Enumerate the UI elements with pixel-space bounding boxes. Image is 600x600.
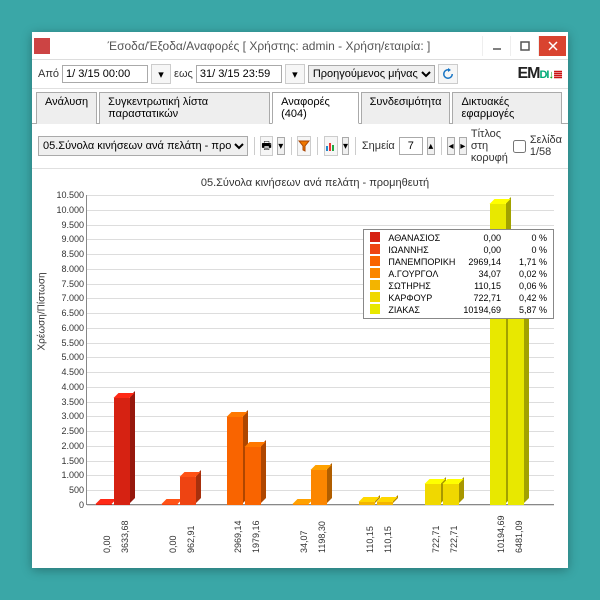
y-tick: 5.500 [61, 338, 87, 348]
app-icon [34, 38, 50, 54]
print-button[interactable]: 🖶 [260, 136, 272, 156]
report-toolbar: 05.Σύνολα κινήσεων ανά πελάτη - προ 🖶 ▾ … [32, 124, 568, 169]
titlebar: Έσοδα/Έξοδα/Αναφορές [ Χρήστης: admin - … [32, 32, 568, 60]
x-tick: 1198,30 [317, 521, 327, 553]
y-tick: 6.500 [61, 308, 87, 318]
y-tick: 8.500 [61, 249, 87, 259]
y-tick: 7.000 [61, 293, 87, 303]
bar [227, 417, 243, 505]
bar [114, 398, 130, 505]
report-select[interactable]: 05.Σύνολα κινήσεων ανά πελάτη - προ [38, 136, 248, 156]
x-tick: 0,00 [168, 535, 178, 553]
y-tick: 2.000 [61, 441, 87, 451]
x-tick: 10194,69 [496, 515, 506, 553]
date-filter-bar: Από ▾ εως ▾ Προηγούμενος μήνας EMDI↓≣ [32, 60, 568, 89]
x-tick: 110,15 [383, 526, 393, 553]
from-label: Από [38, 68, 59, 80]
tab[interactable]: Δικτυακές εφαρμογές [452, 92, 562, 124]
chart-menu[interactable]: ▾ [342, 137, 350, 155]
from-date-input[interactable] [62, 65, 148, 83]
chart-legend: ΑΘΑΝΑΣΙΟΣ0,000 %ΙΩΑΝΝΗΣ0,000 %ΠΑΝΕΜΠΟΡΙΚ… [363, 229, 554, 319]
bar [180, 477, 196, 505]
y-tick: 1.000 [61, 470, 87, 480]
tab[interactable]: Συγκεντρωτική λίστα παραστατικών [99, 92, 270, 124]
legend-row: ΚΑΡΦΟΥΡ722,710,42 % [366, 292, 551, 304]
y-tick: 6.000 [61, 323, 87, 333]
brand-logo: EMDI↓≣ [517, 65, 562, 83]
x-tick: 6481,09 [514, 520, 524, 553]
y-tick: 3.000 [61, 411, 87, 421]
from-date-picker-icon[interactable]: ▾ [151, 64, 171, 84]
x-tick: 722,71 [431, 525, 441, 553]
bar [311, 470, 327, 505]
y-tick: 4.500 [61, 367, 87, 377]
legend-row: Α.ΓΟΥΡΓΟΛ34,070,02 % [366, 268, 551, 280]
prev-page-button[interactable]: ◂ [447, 137, 455, 155]
y-tick: 2.500 [61, 426, 87, 436]
next-page-button[interactable]: ▸ [459, 137, 467, 155]
legend-row: ΑΘΑΝΑΣΙΟΣ0,000 % [366, 232, 551, 244]
y-tick: 8.000 [61, 264, 87, 274]
tab-bar: ΑνάλυσηΣυγκεντρωτική λίστα παραστατικώνΑ… [32, 91, 568, 124]
x-tick: 722,71 [449, 525, 459, 553]
app-window: Έσοδα/Έξοδα/Αναφορές [ Χρήστης: admin - … [32, 32, 568, 568]
bar [443, 484, 459, 505]
bar [245, 447, 261, 505]
x-tick: 2969,14 [233, 520, 243, 553]
y-tick: 10.500 [56, 190, 87, 200]
to-label: εως [174, 68, 193, 80]
y-axis-label: Χρέωση/Πίστωση [37, 272, 48, 350]
y-tick: 4.000 [61, 382, 87, 392]
y-tick: 500 [69, 485, 87, 495]
tab[interactable]: Ανάλυση [36, 92, 97, 124]
filter-button[interactable] [297, 136, 311, 156]
y-tick: 7.500 [61, 279, 87, 289]
x-tick: 0,00 [102, 535, 112, 553]
close-button[interactable] [538, 36, 566, 56]
legend-row: ΣΩΤΗΡΗΣ110,150,06 % [366, 280, 551, 292]
y-tick: 5.000 [61, 352, 87, 362]
points-label: Σημεία [362, 140, 395, 152]
refresh-button[interactable] [438, 64, 458, 84]
title-top-label: Τίτλος στη κορυφή [471, 128, 509, 164]
chart-title: 05.Σύνολα κινήσεων ανά πελάτη - προμηθευ… [68, 177, 562, 189]
x-tick: 110,15 [365, 526, 375, 553]
page-label: Σελίδα 1/58 [530, 134, 562, 158]
tab[interactable]: Αναφορές (404) [272, 92, 358, 124]
title-top-checkbox[interactable] [513, 140, 526, 153]
to-date-input[interactable] [196, 65, 282, 83]
x-tick: 962,91 [186, 525, 196, 553]
y-tick: 10.000 [56, 205, 87, 215]
points-input[interactable] [399, 137, 423, 155]
y-tick: 9.000 [61, 234, 87, 244]
maximize-button[interactable] [510, 36, 538, 56]
bar [425, 484, 441, 505]
x-tick: 1979,16 [251, 520, 261, 553]
tab[interactable]: Συνδεσιμότητα [361, 92, 451, 124]
y-tick: 1.500 [61, 456, 87, 466]
x-tick: 3633,68 [120, 520, 130, 553]
minimize-button[interactable] [482, 36, 510, 56]
chart-area: 05.Σύνολα κινήσεων ανά πελάτη - προμηθευ… [32, 169, 568, 568]
bar [508, 314, 524, 505]
legend-row: ΠΑΝΕΜΠΟΡΙΚΗ2969,141,71 % [366, 256, 551, 268]
window-title: Έσοδα/Έξοδα/Αναφορές [ Χρήστης: admin - … [56, 39, 482, 53]
x-tick: 34,07 [299, 530, 309, 553]
legend-row: ΖΙΑΚΑΣ10194,695,87 % [366, 304, 551, 316]
chart-button[interactable] [324, 136, 338, 156]
y-tick: 9.500 [61, 220, 87, 230]
period-select[interactable]: Προηγούμενος μήνας [308, 65, 435, 83]
to-date-picker-icon[interactable]: ▾ [285, 64, 305, 84]
points-stepper[interactable]: ▴ [427, 137, 435, 155]
print-menu[interactable]: ▾ [277, 137, 285, 155]
y-tick: 3.500 [61, 397, 87, 407]
legend-row: ΙΩΑΝΝΗΣ0,000 % [366, 244, 551, 256]
